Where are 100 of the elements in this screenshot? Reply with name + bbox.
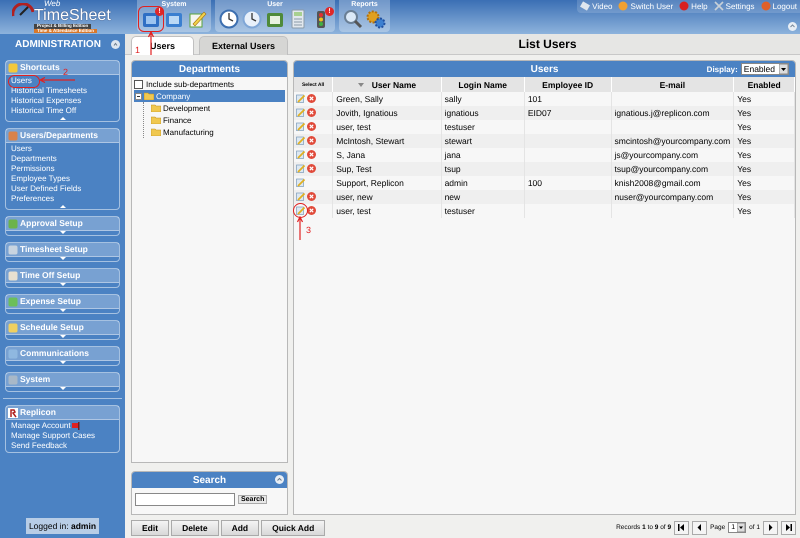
action-button[interactable]: Edit bbox=[131, 520, 170, 536]
video-link[interactable]: Video bbox=[580, 1, 612, 11]
annotation-arrow bbox=[39, 77, 75, 83]
next-page-button[interactable] bbox=[763, 520, 778, 534]
table-cell: EID07 bbox=[524, 106, 612, 120]
sidebar-link[interactable]: Historical Time Off bbox=[11, 106, 76, 116]
sidebar-link[interactable]: Manage Account bbox=[11, 421, 119, 431]
annotation-number: 2 bbox=[63, 68, 68, 77]
table-cell: nuser@yourcompany.com bbox=[611, 190, 734, 204]
action-button[interactable]: Delete bbox=[171, 520, 219, 536]
edit-icon[interactable] bbox=[296, 122, 305, 130]
table-cell: Sup, Test bbox=[332, 162, 442, 176]
expand-icon[interactable] bbox=[60, 205, 66, 208]
table-cell: ignatious bbox=[441, 106, 524, 120]
checkbox[interactable] bbox=[134, 80, 143, 89]
table-cell: McIntosh, Stewart bbox=[332, 134, 442, 148]
sidebar-title: ADMINISTRATION bbox=[15, 38, 101, 50]
annotation-number: 3 bbox=[306, 226, 312, 234]
last-page-button[interactable] bbox=[781, 520, 796, 534]
search-field[interactable] bbox=[135, 493, 235, 506]
column-header: User Name bbox=[332, 77, 442, 92]
delete-icon[interactable] bbox=[307, 94, 316, 102]
table-cell: Yes bbox=[734, 190, 794, 204]
expand-icon[interactable] bbox=[60, 117, 66, 120]
sidebar-link[interactable]: Preferences bbox=[11, 194, 54, 204]
sort-icon[interactable] bbox=[358, 83, 364, 88]
next-page-icon bbox=[767, 524, 774, 531]
first-page-button[interactable] bbox=[674, 520, 690, 534]
toggle-icon[interactable] bbox=[135, 92, 142, 100]
gauge-icon bbox=[12, 3, 34, 17]
display-label: Display: bbox=[706, 64, 738, 74]
sidebar-link[interactable]: Send Feedback bbox=[11, 441, 119, 451]
edit-icon[interactable] bbox=[296, 206, 305, 214]
collapse-icon[interactable] bbox=[788, 22, 797, 31]
sidebar-link[interactable]: Historical Expenses bbox=[11, 96, 82, 106]
previous-page-button[interactable] bbox=[692, 520, 708, 534]
tree-node[interactable]: Company bbox=[134, 90, 285, 102]
tab[interactable]: External Users bbox=[199, 36, 288, 55]
edit-icon[interactable] bbox=[296, 94, 305, 102]
annotation-number: 1 bbox=[135, 46, 140, 55]
sidebar-link[interactable]: Manage Support Cases bbox=[11, 431, 119, 441]
action-button[interactable]: Add bbox=[220, 520, 260, 536]
panel-title: Departments bbox=[178, 64, 240, 74]
delete-icon[interactable] bbox=[307, 150, 316, 158]
delete-icon[interactable] bbox=[307, 122, 316, 130]
column-header: Employee ID bbox=[524, 77, 612, 92]
sidebar-link[interactable]: Users bbox=[11, 76, 32, 86]
sidebar-link[interactable]: Users bbox=[11, 144, 32, 154]
table-cell: smcintosh@yourcompany.com bbox=[611, 134, 734, 148]
display-dropdown[interactable]: Enabled bbox=[740, 63, 789, 75]
checkbox-label: Include sub-departments bbox=[146, 80, 234, 89]
delete-icon[interactable] bbox=[307, 108, 316, 116]
action-button[interactable]: Quick Add bbox=[261, 520, 326, 536]
logout-link[interactable]: Logout bbox=[760, 1, 797, 11]
gears-icon[interactable] bbox=[366, 9, 386, 29]
sidebar-link[interactable]: Historical Timesheets bbox=[11, 86, 88, 96]
column-header: E-mail bbox=[611, 77, 734, 92]
sidebar-link[interactable]: Employee Types bbox=[11, 174, 70, 184]
collapse-icon[interactable] bbox=[111, 40, 120, 48]
panel-title: Search bbox=[192, 474, 226, 486]
magnifier-icon[interactable] bbox=[343, 9, 363, 29]
previous-page-icon bbox=[696, 524, 704, 531]
column-header: Login Name bbox=[441, 77, 524, 92]
logo-prefix: Web bbox=[44, 0, 60, 8]
tree-node[interactable]: Development bbox=[150, 102, 285, 114]
tree-node[interactable]: Manufacturing bbox=[150, 126, 285, 138]
table-cell: Yes bbox=[734, 134, 794, 148]
dropdown-icon bbox=[779, 64, 788, 74]
delete-icon[interactable] bbox=[307, 206, 316, 214]
delete-icon[interactable] bbox=[307, 136, 316, 144]
first-page-icon bbox=[678, 524, 686, 531]
help-link[interactable]: Help bbox=[679, 1, 708, 11]
section-title[interactable]: Shortcuts bbox=[20, 62, 60, 73]
settings-icon bbox=[714, 1, 724, 11]
annotation-arrow bbox=[297, 216, 303, 240]
table-cell: tsup@yourcompany.com bbox=[611, 162, 734, 176]
edit-icon[interactable] bbox=[296, 178, 305, 186]
highlight-circle bbox=[293, 202, 308, 218]
table-cell: testuser bbox=[441, 204, 524, 218]
delete-icon[interactable] bbox=[307, 192, 316, 200]
table-cell: new bbox=[441, 190, 524, 204]
sidebar-link[interactable]: Departments bbox=[11, 154, 57, 164]
delete-icon[interactable] bbox=[307, 164, 316, 172]
logo-icon bbox=[8, 408, 18, 418]
table-cell: Jovith, Ignatious bbox=[332, 106, 442, 120]
table-cell: stewart bbox=[441, 134, 524, 148]
sidebar-link[interactable]: User Defined Fields bbox=[11, 184, 82, 194]
edit-icon[interactable] bbox=[296, 150, 305, 158]
sidebar-link[interactable]: Permissions bbox=[11, 164, 55, 174]
page-title: List Users bbox=[517, 37, 577, 51]
tree-node[interactable]: Finance bbox=[150, 114, 285, 126]
switch-link[interactable]: Switch User bbox=[618, 1, 674, 11]
dropdown-icon bbox=[737, 523, 746, 532]
table-cell: user, test bbox=[332, 204, 442, 218]
table-cell: tsup bbox=[441, 162, 524, 176]
settings-link[interactable]: Settings bbox=[714, 1, 755, 11]
table-cell: Yes bbox=[734, 162, 794, 176]
section-title: Replicon bbox=[20, 407, 56, 418]
logged-in-label: Logged in: admin bbox=[26, 518, 100, 534]
collapse-icon[interactable] bbox=[275, 475, 284, 484]
